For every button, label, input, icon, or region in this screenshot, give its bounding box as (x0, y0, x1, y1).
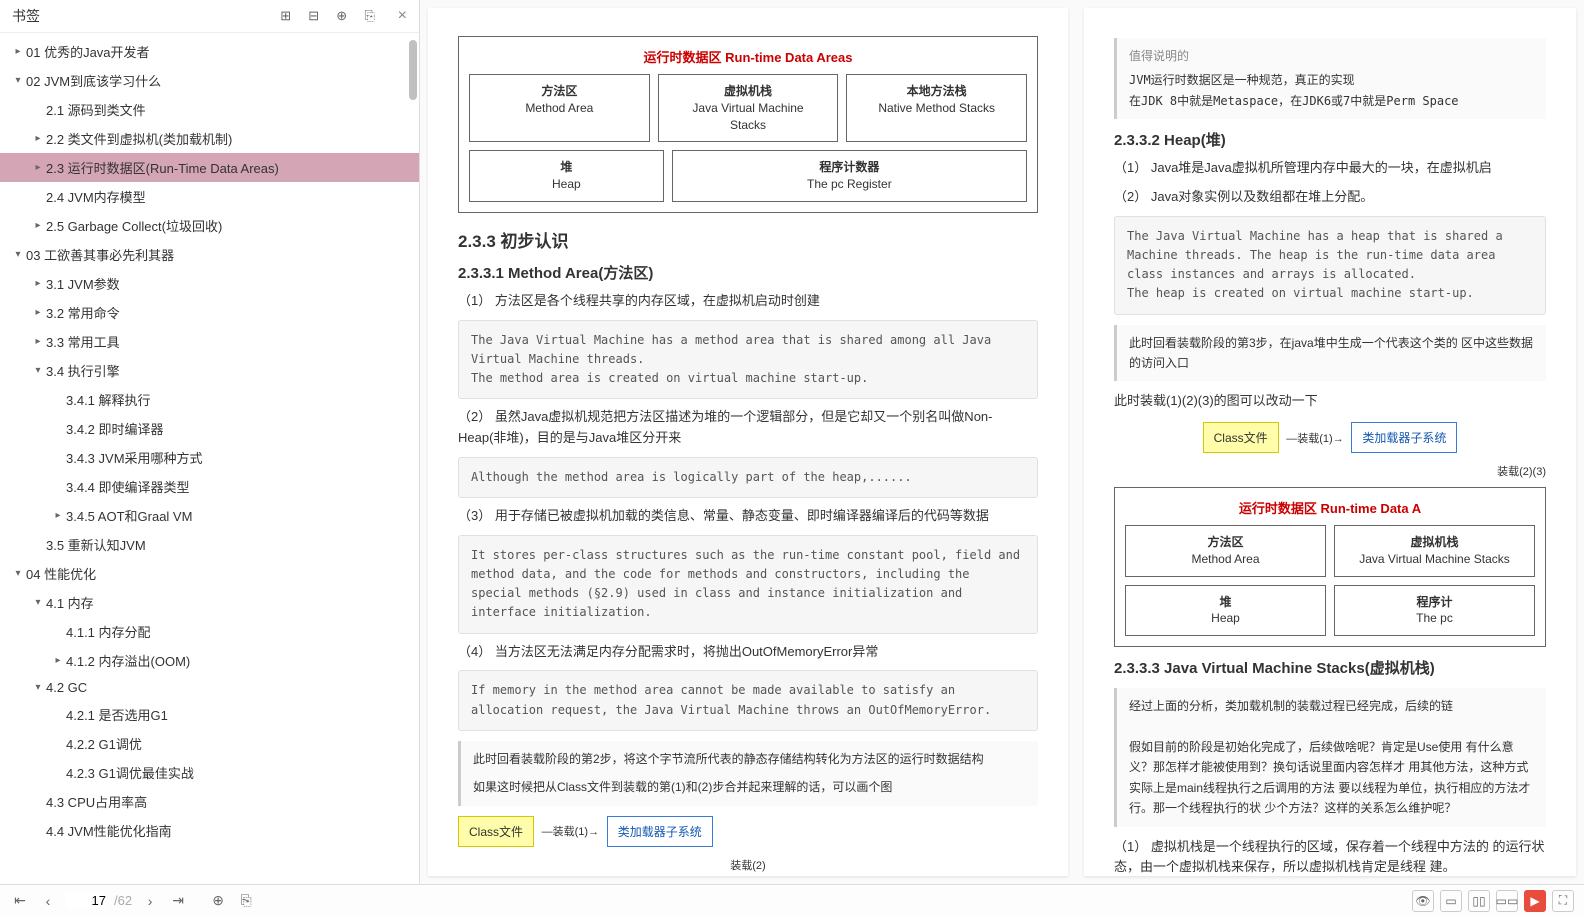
note-block-right: 值得说明的 JVM运行时数据区是一种规范，真正的实现 在JDK 8中就是Meta… (1114, 38, 1546, 119)
save-bookmark-icon[interactable]: ⎘ (362, 8, 378, 24)
note-block: 此时回看装载阶段的第2步，将这个字节流所代表的静态存储结构转化为方法区的运行时数… (458, 741, 1038, 806)
heading-233: 2.3.3 初步认识 (458, 227, 1038, 252)
first-page-button[interactable]: ⇤ (10, 891, 30, 911)
bookmark-item[interactable]: 3.4.3 JVM采用哪种方式 (0, 443, 419, 472)
bookmark-item[interactable]: 4.2.3 G1调优最佳实战 (0, 758, 419, 787)
bookmark-item[interactable]: 3.5 重新认知JVM (0, 530, 419, 559)
runtime-data-areas-diagram: 运行时数据区 Run-time Data Areas 方法区Method Are… (458, 36, 1038, 213)
status-bar: ⇤ ‹ /62 › ⇥ ⊕ ⎘ 👁 ▭ ▯▯ ▭▭ ▶ ⛶ (0, 884, 1584, 916)
page-left: 运行时数据区 Run-time Data Areas 方法区Method Are… (428, 8, 1068, 876)
tool-icon-2[interactable]: ⎘ (236, 891, 256, 911)
heading-2331: 2.3.3.1 Method Area(方法区) (458, 262, 1038, 283)
view-single-icon[interactable]: ▭ (1440, 890, 1462, 912)
flow-diagram-right: Class文件 —装载(1)→ 类加载器子系统 (1114, 422, 1546, 453)
heading-2333: 2.3.3.3 Java Virtual Machine Stacks(虚拟机栈… (1114, 657, 1546, 678)
scrollbar[interactable] (409, 40, 417, 100)
heading-2332: 2.3.3.2 Heap(堆) (1114, 129, 1546, 150)
bookmark-item[interactable]: 2.4 JVM内存模型 (0, 182, 419, 211)
close-icon[interactable]: × (398, 7, 407, 25)
bookmark-item[interactable]: 4.1.1 内存分配 (0, 617, 419, 646)
last-page-button[interactable]: ⇥ (168, 891, 188, 911)
play-icon[interactable]: ▶ (1524, 890, 1546, 912)
add-bookmark-icon[interactable]: ⊕ (334, 8, 350, 24)
flow-diagram: Class文件 —装载(1)→ 类加载器子系统 (458, 816, 1038, 847)
bookmark-item[interactable]: 3.4.2 即时编译器 (0, 414, 419, 443)
sidebar-title: 书签 (12, 6, 40, 26)
bookmark-item[interactable]: ▸3.4.5 AOT和Graal VM (0, 501, 419, 530)
page-number-input[interactable] (66, 893, 106, 908)
tool-icon-1[interactable]: ⊕ (208, 891, 228, 911)
collapse-icon[interactable]: ⊟ (306, 8, 322, 24)
runtime-diagram-right: 运行时数据区 Run-time Data A 方法区Method Area虚拟机… (1114, 487, 1546, 647)
bookmark-item[interactable]: ▾4.1 内存 (0, 588, 419, 617)
bookmark-item[interactable]: 2.1 源码到类文件 (0, 95, 419, 124)
bookmark-item[interactable]: ▸3.2 常用命令 (0, 298, 419, 327)
bookmark-item[interactable]: ▸2.3 运行时数据区(Run-Time Data Areas) (0, 153, 419, 182)
bookmark-item[interactable]: ▾03 工欲善其事必先利其器 (0, 240, 419, 269)
prev-page-button[interactable]: ‹ (38, 891, 58, 911)
bookmark-item[interactable]: ▾3.4 执行引擎 (0, 356, 419, 385)
view-book-icon[interactable]: ▭▭ (1496, 890, 1518, 912)
bookmark-item[interactable]: 4.4 JVM性能优化指南 (0, 816, 419, 845)
bookmark-item[interactable]: ▾04 性能优化 (0, 559, 419, 588)
bookmark-item[interactable]: 4.3 CPU占用率高 (0, 787, 419, 816)
bookmarks-sidebar: 书签 ⊞ ⊟ ⊕ ⎘ × ▸01 优秀的Java开发者▾02 JVM到底该学习什… (0, 0, 420, 884)
bookmark-item[interactable]: ▸3.1 JVM参数 (0, 269, 419, 298)
bookmark-item[interactable]: 3.4.1 解释执行 (0, 385, 419, 414)
expand-icon[interactable]: ⊞ (278, 8, 294, 24)
bookmark-item[interactable]: ▸01 优秀的Java开发者 (0, 37, 419, 66)
bookmark-item[interactable]: ▸3.3 常用工具 (0, 327, 419, 356)
bookmark-tree: ▸01 优秀的Java开发者▾02 JVM到底该学习什么2.1 源码到类文件▸2… (0, 33, 419, 884)
bookmark-item[interactable]: 3.4.4 即使编译器类型 (0, 472, 419, 501)
view-facing-icon[interactable]: ▯▯ (1468, 890, 1490, 912)
bookmark-item[interactable]: ▾02 JVM到底该学习什么 (0, 66, 419, 95)
bookmark-item[interactable]: 4.2.1 是否选用G1 (0, 700, 419, 729)
document-viewer: 运行时数据区 Run-time Data Areas 方法区Method Are… (420, 0, 1584, 884)
bookmark-item[interactable]: 4.2.2 G1调优 (0, 729, 419, 758)
bookmark-item[interactable]: ▸4.1.2 内存溢出(OOM) (0, 646, 419, 675)
bookmark-item[interactable]: ▸2.5 Garbage Collect(垃圾回收) (0, 211, 419, 240)
page-total: /62 (114, 893, 132, 908)
bookmark-item[interactable]: ▸2.2 类文件到虚拟机(类加载机制) (0, 124, 419, 153)
sidebar-header: 书签 ⊞ ⊟ ⊕ ⎘ × (0, 0, 419, 33)
fullscreen-icon[interactable]: ⛶ (1552, 890, 1574, 912)
next-page-button[interactable]: › (140, 891, 160, 911)
bookmark-item[interactable]: ▾4.2 GC (0, 675, 419, 700)
eye-icon[interactable]: 👁 (1412, 890, 1434, 912)
page-right: 值得说明的 JVM运行时数据区是一种规范，真正的实现 在JDK 8中就是Meta… (1084, 8, 1576, 876)
